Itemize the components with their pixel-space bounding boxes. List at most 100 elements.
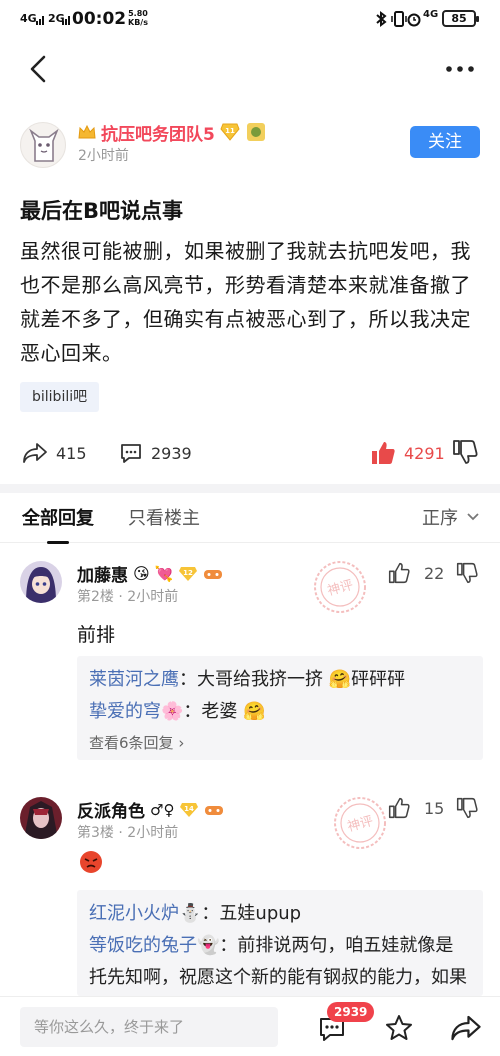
comment-body: 前排 bbox=[77, 624, 116, 646]
svg-text:神评: 神评 bbox=[346, 814, 375, 835]
reply-author[interactable]: 莱茵河之鹰 bbox=[89, 669, 179, 690]
author-line: 抗压吧务团队5 11 bbox=[78, 120, 267, 145]
forum-tag[interactable]: bilibili吧 bbox=[20, 382, 100, 412]
reply-input[interactable]: 等你这么久，终于来了 bbox=[20, 1007, 278, 1047]
like-button[interactable]: 4291 bbox=[370, 438, 445, 468]
chevron-down-icon bbox=[467, 513, 479, 521]
ghost-icon: 👻 bbox=[197, 935, 220, 956]
reply-text: 老婆 bbox=[201, 701, 238, 722]
follow-button[interactable]: 关注 bbox=[410, 126, 480, 158]
battery-indicator: 85 bbox=[442, 10, 479, 27]
villain-avatar-icon bbox=[20, 797, 62, 839]
reply-item: 等饭吃的兔子👻：前排说两句，咱五娃就像是托先知啊，祝愿这个新的能有钢叔的能力，如… bbox=[89, 930, 471, 996]
reply-author[interactable]: 挚爱的穹 bbox=[89, 701, 161, 722]
alarm-icon bbox=[407, 13, 421, 27]
reply-author[interactable]: 红泥小火炉 bbox=[89, 903, 179, 924]
anime-girl-avatar-icon bbox=[20, 561, 62, 603]
section-divider bbox=[0, 484, 500, 493]
post-title: 最后在B吧说点事 bbox=[20, 199, 184, 223]
game-badge-icon bbox=[205, 805, 224, 815]
thumbs-up-icon bbox=[388, 797, 410, 819]
back-button[interactable] bbox=[24, 54, 54, 84]
author-name[interactable]: 抗压吧务团队5 bbox=[101, 120, 215, 145]
network-type: 4G bbox=[423, 9, 439, 20]
svg-text:14: 14 bbox=[185, 805, 195, 813]
bottom-bar: 等你这么久，终于来了 2939 bbox=[0, 996, 500, 1056]
thumbs-up-icon bbox=[372, 442, 395, 464]
comment-author: 加藤惠 😘 💘 12 bbox=[77, 561, 223, 586]
tab-owner-only[interactable]: 只看楼主 bbox=[128, 504, 200, 530]
share-icon bbox=[23, 443, 47, 463]
share-count: 415 bbox=[56, 443, 87, 463]
thumbs-down-icon[interactable] bbox=[452, 439, 478, 465]
reply-preview[interactable]: 红泥小火炉⛄：五娃upup 等饭吃的兔子👻：前排说两句，咱五娃就像是托先知啊，祝… bbox=[77, 890, 483, 996]
reply-item: 挚爱的穹🌸：老婆 🤗 bbox=[89, 701, 266, 722]
comment-icon bbox=[121, 444, 141, 463]
heart-icon: 💘 bbox=[154, 564, 174, 583]
svg-text:11: 11 bbox=[225, 127, 235, 135]
network-speed: 5.80 KB/s bbox=[128, 9, 148, 27]
reply-text-suffix: 砰砰砰 bbox=[351, 669, 406, 690]
cherry-blossom-icon: 🌸 bbox=[161, 701, 184, 722]
svg-text:12: 12 bbox=[184, 569, 194, 577]
more-options-icon[interactable] bbox=[440, 56, 480, 82]
reply-item: 红泥小火炉⛄：五娃upup bbox=[89, 903, 302, 924]
comment-author-name[interactable]: 反派角色 bbox=[77, 797, 145, 822]
comment-like-button[interactable]: 15 bbox=[388, 797, 444, 819]
star-icon[interactable] bbox=[384, 1013, 414, 1043]
comment-like-count: 15 bbox=[424, 798, 445, 818]
reply-author[interactable]: 等饭吃的兔子 bbox=[89, 935, 197, 956]
snowman-icon: ⛄ bbox=[179, 903, 202, 924]
post-body: 虽然很可能被删，如果被删了我就去抗吧发吧，我也不是那么高风亮节，形势看清楚本来就… bbox=[20, 239, 471, 365]
reply-preview[interactable]: 莱茵河之鹰：大哥给我挤一挤 🤗砰砰砰 挚爱的穹🌸：老婆 🤗 查看6条回复 › bbox=[77, 656, 483, 760]
comment-meta: 第3楼 · 2小时前 bbox=[77, 825, 179, 841]
share-icon[interactable] bbox=[450, 1013, 482, 1043]
author-avatar[interactable] bbox=[20, 122, 66, 168]
bluetooth-icon bbox=[376, 11, 387, 27]
signal-bars-icon bbox=[62, 16, 70, 25]
like-count: 4291 bbox=[404, 443, 445, 463]
sort-dropdown[interactable]: 正序 bbox=[422, 504, 480, 530]
svg-text:神评: 神评 bbox=[326, 578, 355, 599]
tab-all-replies[interactable]: 全部回复 bbox=[22, 504, 94, 544]
hug-emoji-icon: 🤗 bbox=[237, 701, 266, 722]
comment-count: 2939 bbox=[151, 443, 192, 463]
comment-button[interactable]: 2939 bbox=[119, 438, 192, 468]
reply-item: 莱茵河之鹰：大哥给我挤一挤 🤗砰砰砰 bbox=[89, 669, 406, 690]
vibrate-icon bbox=[391, 11, 407, 27]
chevron-right-icon: › bbox=[178, 734, 185, 752]
hug-emoji-icon: 🤗 bbox=[323, 669, 352, 690]
game-badge-icon bbox=[204, 569, 223, 579]
gender-icon: ♂♀ bbox=[150, 800, 175, 819]
status-time: 00:02 bbox=[72, 9, 127, 29]
hot-comment-stamp-icon: 神评 bbox=[334, 797, 386, 849]
comment-meta: 第2楼 · 2小时前 bbox=[77, 589, 179, 605]
comment-avatar[interactable] bbox=[20, 797, 62, 839]
signal-bars-icon bbox=[36, 16, 44, 25]
sort-label: 正序 bbox=[422, 508, 458, 529]
thumbs-down-icon[interactable] bbox=[456, 562, 478, 584]
reply-text: 大哥给我挤一挤 bbox=[197, 669, 323, 690]
reply-tabs: 全部回复 只看楼主 正序 bbox=[0, 493, 500, 544]
reply-text: 五娃upup bbox=[219, 903, 302, 924]
post-time: 2小时前 bbox=[78, 148, 129, 164]
kissing-face-icon: 😘 bbox=[133, 564, 150, 583]
angry-emoji-icon bbox=[80, 851, 102, 873]
hot-comment-stamp-icon: 神评 bbox=[314, 561, 366, 613]
share-button[interactable]: 415 bbox=[22, 438, 87, 468]
thumbs-up-icon bbox=[388, 562, 410, 584]
member-badge-icon bbox=[246, 123, 265, 141]
level-badge-icon: 14 bbox=[180, 802, 199, 817]
level-badge-icon: 12 bbox=[179, 566, 198, 581]
comment-like-button[interactable]: 22 bbox=[388, 562, 444, 584]
thumbs-down-icon[interactable] bbox=[456, 797, 478, 819]
comment-count-badge: 2939 bbox=[327, 1002, 375, 1022]
comment-avatar[interactable] bbox=[20, 561, 62, 603]
status-bar: 4G 2G 00:02 5.80 KB/s 4G 85 bbox=[0, 0, 500, 38]
comment-like-count: 22 bbox=[424, 563, 445, 583]
comment-author-name[interactable]: 加藤惠 bbox=[77, 561, 128, 586]
view-more-replies[interactable]: 查看6条回复 › bbox=[89, 728, 471, 758]
signal-4g: 4G bbox=[20, 12, 37, 25]
comment-author: 反派角色 ♂♀ 14 bbox=[77, 797, 224, 822]
level-badge-icon: 11 bbox=[220, 123, 240, 141]
